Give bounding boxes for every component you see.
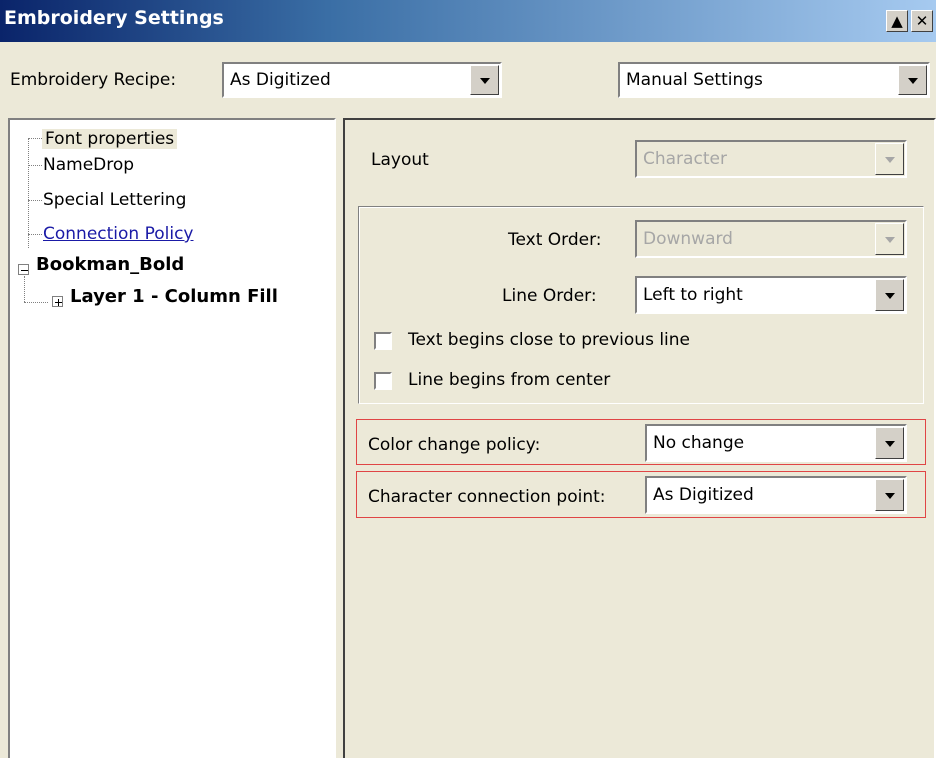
- text-begins-close-checkbox[interactable]: [374, 332, 392, 350]
- chevron-down-icon: [907, 78, 918, 84]
- text-order-dropdown: Downward: [635, 220, 907, 258]
- tree-item-layer-1[interactable]: Layer 1 - Column Fill: [70, 286, 278, 307]
- text-begins-close-label[interactable]: Text begins close to previous line: [408, 330, 690, 350]
- tree-connector: [28, 200, 42, 201]
- minimize-button[interactable]: ▲: [886, 10, 908, 32]
- color-change-policy-value: No change: [653, 433, 745, 453]
- line-order-label: Line Order:: [502, 286, 597, 306]
- close-button[interactable]: ✕: [911, 10, 933, 32]
- chevron-down-icon: [884, 493, 895, 499]
- chevron-down-icon: [884, 441, 895, 447]
- layout-dropdown-button: [875, 143, 904, 175]
- line-order-dropdown-button[interactable]: [875, 279, 904, 311]
- recipe-dropdown-value: As Digitized: [230, 70, 331, 90]
- line-order-dropdown[interactable]: Left to right: [635, 276, 907, 314]
- connection-point-dropdown[interactable]: As Digitized: [645, 476, 907, 514]
- chevron-down-icon: [884, 237, 895, 243]
- tree-item-bookman-bold[interactable]: Bookman_Bold: [36, 254, 184, 275]
- chevron-down-icon: [884, 157, 895, 163]
- recipe-label: Embroidery Recipe:: [10, 70, 177, 90]
- minimize-icon: ▲: [891, 12, 903, 30]
- properties-panel: Layout Character Text Order: Downward Li…: [343, 118, 936, 758]
- settings-mode-value: Manual Settings: [626, 70, 763, 90]
- window-title: Embroidery Settings: [4, 7, 224, 29]
- expand-icon[interactable]: [52, 296, 63, 307]
- color-change-policy-dropdown-button[interactable]: [875, 427, 904, 459]
- tree-item-font-properties[interactable]: Font properties: [42, 129, 178, 149]
- line-order-value: Left to right: [643, 285, 743, 305]
- tree-connector: [28, 234, 42, 235]
- color-change-policy-label: Color change policy:: [368, 435, 541, 455]
- close-icon: ✕: [915, 12, 929, 30]
- chevron-down-icon: [479, 78, 490, 84]
- layout-dropdown: Character: [635, 140, 907, 178]
- collapse-icon[interactable]: [18, 264, 29, 275]
- text-order-value: Downward: [643, 229, 733, 249]
- tree-item-connection-policy[interactable]: Connection Policy: [43, 224, 194, 244]
- tree-connector: [24, 276, 25, 302]
- recipe-dropdown[interactable]: As Digitized: [222, 62, 502, 98]
- connection-point-dropdown-button[interactable]: [875, 479, 904, 511]
- tree-connector: [24, 302, 48, 303]
- tree-item-special-lettering[interactable]: Special Lettering: [43, 190, 186, 210]
- color-change-policy-dropdown[interactable]: No change: [645, 424, 907, 462]
- settings-mode-dropdown[interactable]: Manual Settings: [618, 62, 930, 98]
- settings-tree[interactable]: Font properties NameDrop Special Letteri…: [8, 118, 336, 758]
- layout-dropdown-value: Character: [643, 149, 727, 169]
- tree-connector: [28, 138, 42, 139]
- tree-connector: [28, 165, 42, 166]
- connection-point-value: As Digitized: [653, 485, 754, 505]
- recipe-dropdown-button[interactable]: [470, 65, 499, 95]
- settings-mode-dropdown-button[interactable]: [898, 65, 927, 95]
- text-order-label: Text Order:: [508, 230, 602, 250]
- title-bar[interactable]: Embroidery Settings ▲ ✕: [0, 0, 936, 42]
- line-begins-center-label[interactable]: Line begins from center: [408, 370, 610, 390]
- line-begins-center-checkbox[interactable]: [374, 372, 392, 390]
- tree-item-namedrop[interactable]: NameDrop: [43, 155, 134, 175]
- text-order-dropdown-button: [875, 223, 904, 255]
- tree-connector: [28, 138, 29, 248]
- layout-label: Layout: [371, 150, 429, 170]
- connection-point-label: Character connection point:: [368, 487, 606, 507]
- chevron-down-icon: [884, 293, 895, 299]
